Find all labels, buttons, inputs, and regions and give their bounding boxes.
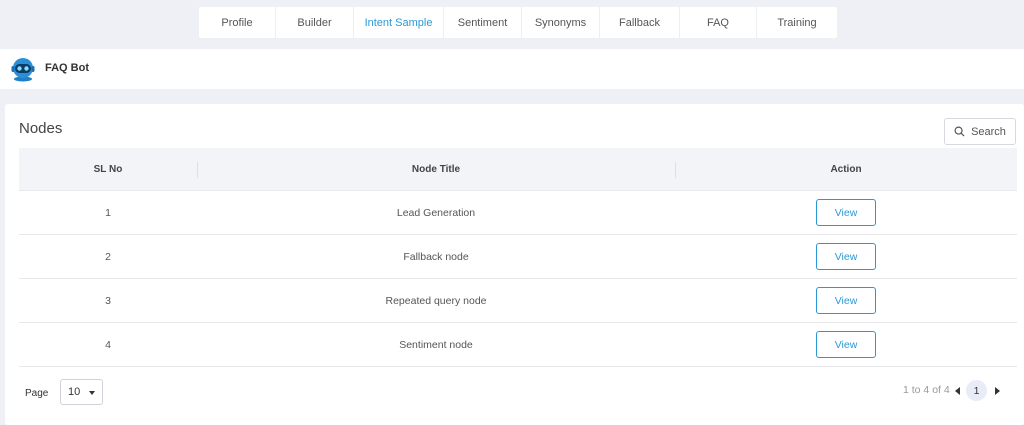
- table-row: 2 Fallback node View: [19, 235, 1017, 279]
- table-row: 4 Sentiment node View: [19, 323, 1017, 367]
- header-node-title[interactable]: Node Title: [197, 148, 675, 190]
- tab-faq[interactable]: FAQ: [680, 7, 757, 38]
- search-button[interactable]: Search: [944, 118, 1016, 145]
- prev-page-icon[interactable]: [955, 387, 960, 395]
- tab-intent-sample[interactable]: Intent Sample: [354, 7, 444, 38]
- robot-head-icon: [11, 58, 35, 82]
- pagination-range: 1 to 4 of 4: [903, 384, 950, 396]
- row-sl-no: 1: [105, 206, 111, 219]
- row-node-title: Sentiment node: [399, 338, 473, 351]
- row-node-title: Repeated query node: [385, 294, 487, 307]
- tab-builder[interactable]: Builder: [276, 7, 354, 38]
- tab-training[interactable]: Training: [757, 7, 837, 38]
- view-button[interactable]: View: [816, 243, 876, 270]
- view-button[interactable]: View: [816, 199, 876, 226]
- page-title: Nodes: [19, 120, 63, 137]
- header-action[interactable]: Action: [675, 148, 1017, 190]
- table-row: 3 Repeated query node View: [19, 279, 1017, 323]
- tab-sentiment[interactable]: Sentiment: [444, 7, 522, 38]
- row-sl-no: 3: [105, 294, 111, 307]
- page-size-label: Page: [25, 388, 49, 399]
- nodes-table: SL No Node Title Action 1 Lead Generatio…: [19, 148, 1017, 367]
- bot-header: FAQ Bot: [0, 49, 1024, 89]
- row-node-title: Fallback node: [403, 250, 469, 263]
- row-sl-no: 2: [105, 250, 111, 263]
- header-sl-no[interactable]: SL No: [19, 148, 197, 190]
- tab-profile[interactable]: Profile: [199, 7, 276, 38]
- next-page-icon[interactable]: [995, 387, 1000, 395]
- row-sl-no: 4: [105, 338, 111, 351]
- top-tab-bar: Profile Builder Intent Sample Sentiment …: [199, 7, 837, 38]
- bot-name: FAQ Bot: [45, 62, 89, 74]
- tab-synonyms[interactable]: Synonyms: [522, 7, 600, 38]
- table-header-row: SL No Node Title Action: [19, 148, 1017, 191]
- nodes-card: Nodes Search SL No Node Title Action 1 L…: [5, 104, 1024, 425]
- page-number-current[interactable]: 1: [966, 380, 987, 401]
- page-size-select[interactable]: 10: [60, 379, 103, 405]
- row-node-title: Lead Generation: [396, 206, 476, 219]
- view-button[interactable]: View: [816, 331, 876, 358]
- chevron-down-icon: [89, 391, 95, 395]
- table-row: 1 Lead Generation View: [19, 191, 1017, 235]
- search-icon: [954, 126, 965, 137]
- search-button-label: Search: [971, 125, 1006, 138]
- tab-fallback[interactable]: Fallback: [600, 7, 680, 38]
- view-button[interactable]: View: [816, 287, 876, 314]
- page-size-value: 10: [68, 386, 81, 398]
